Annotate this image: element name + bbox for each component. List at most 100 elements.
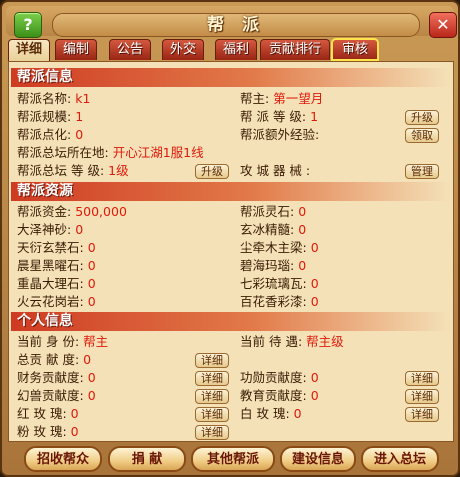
identity-row: 当前 身 份: 帮主 xyxy=(17,333,108,351)
resource-value: 0 xyxy=(87,294,96,309)
resource-label: 碧海玛瑙: xyxy=(240,258,295,273)
guild-points-label: 帮派点化: xyxy=(17,127,72,142)
pink-rose-detail-button[interactable]: 详细 xyxy=(195,425,229,440)
total-contribution-detail-button[interactable]: 详细 xyxy=(195,353,229,368)
beast-contribution-row: 幻兽贡献度: 0 xyxy=(17,387,96,405)
siege-label: 攻 城 器 械 : xyxy=(240,163,311,178)
resource-label: 火云花岗岩: xyxy=(17,294,84,309)
enter-hall-button[interactable]: 进入总坛 xyxy=(361,446,439,472)
red-rose-label: 红 玫 瑰: xyxy=(17,406,67,421)
leader-label: 帮主: xyxy=(240,91,270,106)
red-rose-value: 0 xyxy=(70,406,79,421)
resource-label: 百花香彩漆: xyxy=(240,294,307,309)
window-title: 帮 派 xyxy=(52,13,420,37)
tab-welfare[interactable]: 福利 xyxy=(215,39,257,60)
resource-value: 0 xyxy=(75,222,84,237)
siege-row: 攻 城 器 械 : xyxy=(240,162,310,180)
total-contribution-row: 总贡 献 度: 0 xyxy=(17,351,91,369)
guild-level-upgrade-button[interactable]: 升级 xyxy=(405,110,439,125)
resource-value: 0 xyxy=(310,294,319,309)
hall-location-value: 开心江湖1服1线 xyxy=(112,145,204,160)
hall-location-row: 帮派总坛所在地: 开心江湖1服1线 xyxy=(17,144,204,162)
resource-value: 500,000 xyxy=(75,204,127,219)
leader-row: 帮主: 第一望月 xyxy=(240,90,323,108)
resource-label: 重晶大理石: xyxy=(17,276,84,291)
identity-value: 帮主 xyxy=(83,334,109,349)
edu-contribution-detail-button[interactable]: 详细 xyxy=(405,389,439,404)
merit-contribution-label: 功勋贡献度: xyxy=(240,370,307,385)
construction-info-button[interactable]: 建设信息 xyxy=(280,446,356,472)
other-guilds-button[interactable]: 其他帮派 xyxy=(191,446,275,472)
guild-scale-row: 帮派规模: 1 xyxy=(17,108,83,126)
resource-item: 玄冰精髓: 0 xyxy=(240,221,306,239)
tab-notice[interactable]: 公告 xyxy=(109,39,151,60)
guild-name-row: 帮派名称: k1 xyxy=(17,90,90,108)
resource-item: 大泽神砂: 0 xyxy=(17,221,83,239)
merit-contribution-value: 0 xyxy=(310,370,319,385)
tab-detail[interactable]: 详细 xyxy=(8,39,50,62)
white-rose-label: 白 玫 瑰: xyxy=(240,406,290,421)
hall-level-row: 帮派总坛 等 级: 1级 xyxy=(17,162,129,180)
treatment-value: 帮主级 xyxy=(306,334,344,349)
resource-item: 七彩琉璃瓦: 0 xyxy=(240,275,319,293)
resource-label: 大泽神砂: xyxy=(17,222,72,237)
finance-contribution-label: 财务贡献度: xyxy=(17,370,84,385)
close-button[interactable]: ✕ xyxy=(429,12,457,38)
merit-contribution-detail-button[interactable]: 详细 xyxy=(405,371,439,386)
guild-name-value: k1 xyxy=(75,91,91,106)
resource-label: 帮派灵石: xyxy=(240,204,295,219)
title-bar: ? 帮 派 ✕ xyxy=(6,6,457,38)
resource-label: 天衍玄禁石: xyxy=(17,240,84,255)
content-panel: 帮派信息 帮派名称: k1 帮主: 第一望月 帮派规模: 1 帮 派 等 级: … xyxy=(8,61,454,442)
tab-roster[interactable]: 编制 xyxy=(55,39,97,60)
guild-window: ? 帮 派 ✕ 详细 编制 公告 外交 福利 贡献排行 审核 帮派信息 帮派名称… xyxy=(0,0,460,477)
resource-label: 晨星黑曜石: xyxy=(17,258,84,273)
red-rose-detail-button[interactable]: 详细 xyxy=(195,407,229,422)
resource-item: 重晶大理石: 0 xyxy=(17,275,96,293)
guild-points-value: 0 xyxy=(75,127,84,142)
help-button[interactable]: ? xyxy=(14,12,42,38)
resource-item: 帮派灵石: 0 xyxy=(240,203,306,221)
guild-scale-value: 1 xyxy=(75,109,84,124)
tab-diplomacy[interactable]: 外交 xyxy=(162,39,204,60)
extra-exp-row: 帮派额外经验: xyxy=(240,126,319,144)
guild-name-label: 帮派名称: xyxy=(17,91,72,106)
guild-scale-label: 帮派规模: xyxy=(17,109,72,124)
white-rose-detail-button[interactable]: 详细 xyxy=(405,407,439,422)
tab-audit[interactable]: 审核 xyxy=(331,38,379,61)
hall-level-value: 1级 xyxy=(108,163,129,178)
finance-contribution-detail-button[interactable]: 详细 xyxy=(195,371,229,386)
guild-points-row: 帮派点化: 0 xyxy=(17,126,83,144)
total-contribution-value: 0 xyxy=(83,352,92,367)
guild-level-row: 帮 派 等 级: 1 xyxy=(240,108,318,126)
donate-button[interactable]: 捐 献 xyxy=(108,446,186,472)
guild-level-label: 帮 派 等 级: xyxy=(240,109,307,124)
resource-label: 尘牵木主梁: xyxy=(240,240,307,255)
edu-contribution-value: 0 xyxy=(310,388,319,403)
resource-value: 0 xyxy=(298,222,307,237)
recruit-button[interactable]: 招收帮众 xyxy=(24,446,102,472)
edu-contribution-row: 教育贡献度: 0 xyxy=(240,387,319,405)
resource-item: 百花香彩漆: 0 xyxy=(240,293,319,311)
edu-contribution-label: 教育贡献度: xyxy=(240,388,307,403)
resource-value: 0 xyxy=(310,240,319,255)
tab-bar: 详细 编制 公告 外交 福利 贡献排行 审核 xyxy=(8,38,456,62)
resource-value: 0 xyxy=(298,204,307,219)
guild-level-value: 1 xyxy=(310,109,319,124)
beast-contribution-detail-button[interactable]: 详细 xyxy=(195,389,229,404)
white-rose-value: 0 xyxy=(293,406,302,421)
resource-label: 帮派资金: xyxy=(17,204,72,219)
treatment-label: 当前 待 遇: xyxy=(240,334,303,349)
resource-value: 0 xyxy=(87,276,96,291)
personal-header: 个人信息 xyxy=(11,312,451,331)
tab-contribution-rank[interactable]: 贡献排行 xyxy=(260,39,330,60)
pink-rose-value: 0 xyxy=(70,424,79,439)
total-contribution-label: 总贡 献 度: xyxy=(17,352,80,367)
guild-info-header: 帮派信息 xyxy=(11,68,451,87)
resource-value: 0 xyxy=(87,240,96,255)
merit-contribution-row: 功勋贡献度: 0 xyxy=(240,369,319,387)
resources-header: 帮派资源 xyxy=(11,182,451,201)
hall-upgrade-button[interactable]: 升级 xyxy=(195,164,229,179)
extra-exp-claim-button[interactable]: 领取 xyxy=(405,128,439,143)
siege-manage-button[interactable]: 管理 xyxy=(405,164,439,179)
